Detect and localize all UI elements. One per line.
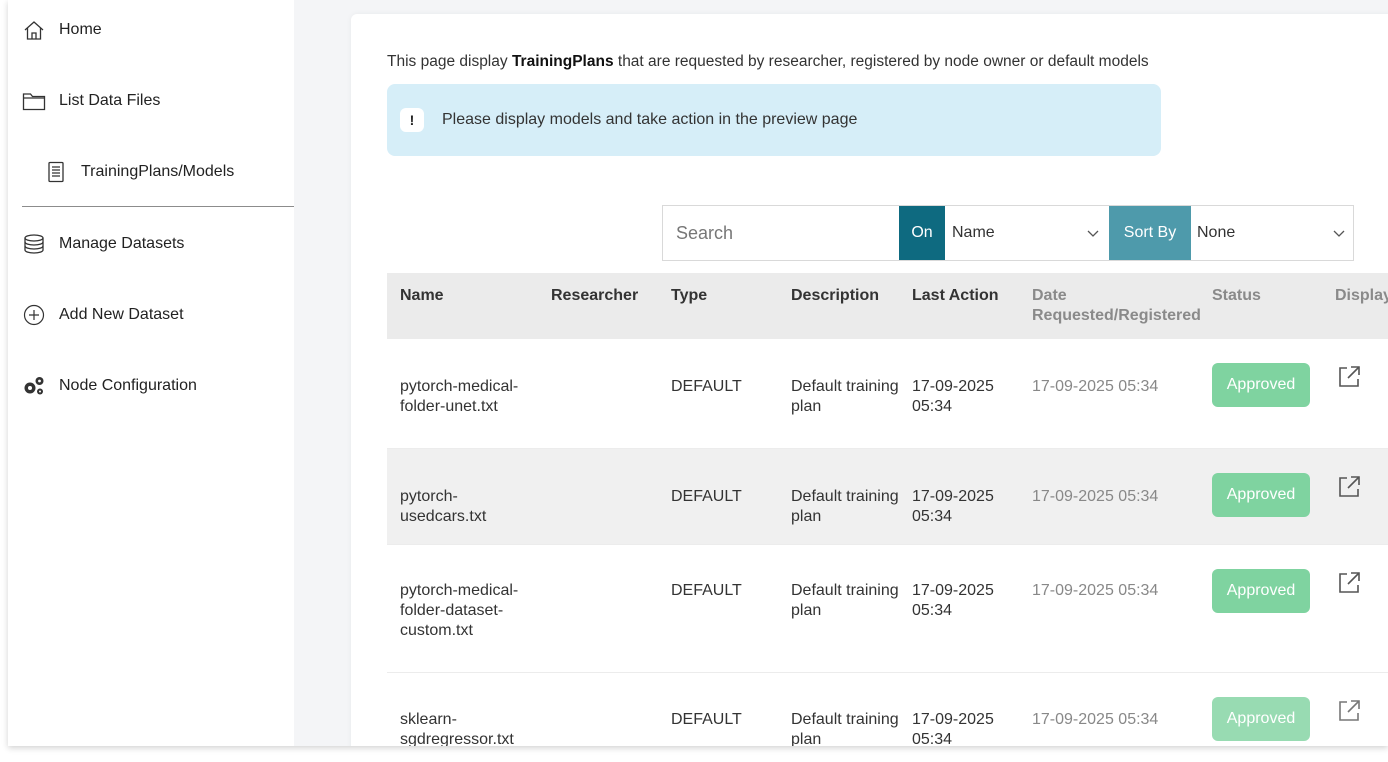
chevron-down-icon bbox=[1087, 226, 1099, 241]
sort-by-select[interactable]: None bbox=[1191, 206, 1353, 260]
cell-description: Default training plan bbox=[791, 711, 899, 746]
cell-description: Default training plan bbox=[791, 378, 899, 415]
table-header: Name Researcher Type Description Last Ac… bbox=[387, 273, 1388, 339]
column-header-date-line2: Requested/Registered bbox=[1032, 307, 1201, 324]
sidebar-item-label: Home bbox=[59, 21, 102, 38]
open-external-icon[interactable] bbox=[1335, 569, 1363, 603]
sidebar-item-label: TrainingPlans/Models bbox=[81, 163, 235, 180]
cell-date: 17-09-2025 05:34 bbox=[1032, 582, 1159, 599]
table-row: pytorch-medical-folder-dataset-custom.tx… bbox=[387, 545, 1388, 673]
cell-description: Default training plan bbox=[791, 582, 899, 619]
column-header-name[interactable]: Name bbox=[400, 286, 530, 306]
info-alert: ! Please display models and take action … bbox=[387, 84, 1161, 156]
sidebar-item-home[interactable]: Home bbox=[22, 18, 102, 42]
status-badge: Approved bbox=[1212, 569, 1310, 613]
sidebar-item-node-configuration[interactable]: Node Configuration bbox=[22, 374, 197, 398]
table-row: sklearn-sgdregressor.txt DEFAULT Default… bbox=[387, 673, 1388, 746]
search-field-value: Name bbox=[952, 224, 995, 241]
cell-date: 17-09-2025 05:34 bbox=[1032, 378, 1159, 395]
intro-text-prefix: This page display bbox=[387, 53, 512, 70]
chevron-down-icon bbox=[1333, 226, 1345, 241]
cell-description: Default training plan bbox=[791, 488, 899, 525]
open-external-icon[interactable] bbox=[1335, 363, 1363, 397]
cell-name: pytorch-medical-folder-dataset-custom.tx… bbox=[400, 582, 519, 639]
sidebar-item-label: Manage Datasets bbox=[59, 235, 185, 252]
main-card: This page display TrainingPlans that are… bbox=[351, 14, 1388, 746]
cell-date: 17-09-2025 05:34 bbox=[1032, 711, 1159, 728]
info-message: Please display models and take action in… bbox=[442, 111, 858, 128]
cell-last-action: 17-09-2025 05:34 bbox=[912, 582, 994, 619]
cell-name: pytorch-medical-folder-unet.txt bbox=[400, 378, 519, 415]
cell-type: DEFAULT bbox=[671, 488, 742, 505]
cell-type: DEFAULT bbox=[671, 378, 742, 395]
sidebar-item-label: List Data Files bbox=[59, 92, 161, 109]
folder-icon bbox=[22, 89, 46, 113]
column-header-description[interactable]: Description bbox=[791, 286, 901, 306]
plus-circle-icon bbox=[22, 303, 46, 327]
column-header-researcher[interactable]: Researcher bbox=[551, 286, 638, 306]
search-field-select[interactable]: Name bbox=[945, 206, 1109, 260]
table-row: pytorch-medical-folder-unet.txt DEFAULT … bbox=[387, 339, 1388, 449]
search-on-label: On bbox=[899, 206, 945, 260]
gears-icon bbox=[22, 374, 46, 398]
search-input[interactable] bbox=[663, 206, 899, 260]
sidebar-item-label: Add New Dataset bbox=[59, 306, 184, 323]
sidebar: Home List Data Files TrainingPlans/Model… bbox=[8, 0, 294, 746]
intro-text-bold: TrainingPlans bbox=[511, 53, 614, 70]
sort-by-value: None bbox=[1197, 224, 1236, 241]
status-badge: Approved bbox=[1212, 697, 1310, 741]
app-window: Home List Data Files TrainingPlans/Model… bbox=[8, 0, 1388, 746]
status-badge: Approved bbox=[1212, 363, 1310, 407]
database-icon bbox=[22, 232, 46, 256]
sidebar-item-add-new-dataset[interactable]: Add New Dataset bbox=[22, 303, 184, 327]
cell-name: pytorch-usedcars.txt bbox=[400, 488, 487, 525]
column-header-last-action[interactable]: Last Action bbox=[912, 286, 1012, 306]
cell-last-action: 17-09-2025 05:34 bbox=[912, 488, 994, 525]
trainingplans-table: Name Researcher Type Description Last Ac… bbox=[387, 273, 1388, 746]
status-badge: Approved bbox=[1212, 473, 1310, 517]
table-toolbar: On Name Sort By None bbox=[662, 205, 1354, 261]
cell-last-action: 17-09-2025 05:34 bbox=[912, 378, 994, 415]
column-header-date[interactable]: Date Requested/Registered bbox=[1032, 286, 1222, 326]
sidebar-item-list-data-files[interactable]: List Data Files bbox=[22, 89, 160, 113]
home-icon bbox=[22, 18, 46, 42]
document-icon bbox=[44, 160, 68, 184]
sidebar-divider bbox=[22, 206, 294, 207]
column-header-display[interactable]: Display bbox=[1335, 286, 1388, 306]
sort-by-label: Sort By bbox=[1109, 206, 1191, 260]
cell-date: 17-09-2025 05:34 bbox=[1032, 488, 1159, 505]
cell-type: DEFAULT bbox=[671, 582, 742, 599]
sidebar-item-manage-datasets[interactable]: Manage Datasets bbox=[22, 232, 184, 256]
table-row: pytorch-usedcars.txt DEFAULT Default tra… bbox=[387, 449, 1388, 545]
open-external-icon[interactable] bbox=[1335, 473, 1363, 507]
column-header-status[interactable]: Status bbox=[1212, 286, 1261, 306]
page-intro: This page display TrainingPlans that are… bbox=[387, 53, 1149, 71]
sidebar-item-trainingplans[interactable]: TrainingPlans/Models bbox=[44, 160, 234, 184]
column-header-date-line1: Date bbox=[1032, 287, 1067, 304]
sidebar-item-label: Node Configuration bbox=[59, 377, 197, 394]
cell-last-action: 17-09-2025 05:34 bbox=[912, 711, 994, 746]
column-header-type[interactable]: Type bbox=[671, 286, 707, 306]
intro-text-suffix: that are requested by researcher, regist… bbox=[613, 53, 1149, 70]
info-badge-icon: ! bbox=[400, 108, 424, 132]
cell-type: DEFAULT bbox=[671, 711, 742, 728]
open-external-icon[interactable] bbox=[1335, 697, 1363, 731]
cell-name: sklearn-sgdregressor.txt bbox=[400, 711, 514, 746]
